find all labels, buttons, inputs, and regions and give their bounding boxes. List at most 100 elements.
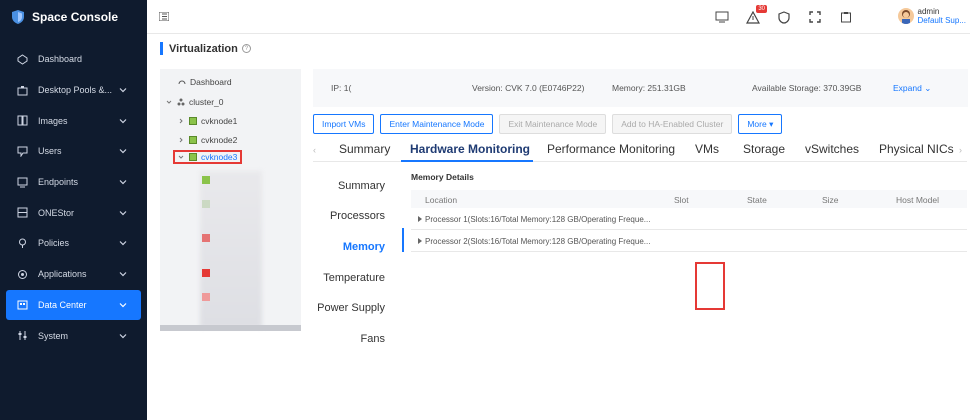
tab-vswitches[interactable]: vSwitches <box>805 142 859 156</box>
table-row[interactable]: Processor 2(Slots:16/Total Memory:128 GB… <box>411 230 967 252</box>
column-host-model: Host Model <box>896 195 939 205</box>
caret-right-icon[interactable] <box>418 216 422 222</box>
app-title: Space Console <box>32 10 119 24</box>
clipboard-icon[interactable] <box>837 8 855 26</box>
sidebar-item-applications[interactable]: Applications <box>0 259 147 290</box>
exit-maintenance-button[interactable]: Exit Maintenance Mode <box>499 114 607 134</box>
sidebar-item-system[interactable]: System <box>0 320 147 351</box>
sidebar-item-endpoints[interactable]: Endpoints <box>0 167 147 198</box>
add-ha-cluster-button[interactable]: Add to HA-Enabled Cluster <box>612 114 733 134</box>
task-list-icon[interactable] <box>713 8 731 26</box>
main-content: Virtualization ? Dashboard cluster_0 cvk… <box>147 34 970 420</box>
sidebar-item-policies[interactable]: Policies <box>0 228 147 259</box>
caret-right-icon <box>179 118 183 124</box>
tab-performance-monitoring[interactable]: Performance Monitoring <box>547 142 675 156</box>
data-center-icon <box>16 299 28 311</box>
expand-link[interactable]: Expand ⌄ <box>893 83 931 94</box>
policies-icon <box>16 237 28 249</box>
tab-vms[interactable]: VMs <box>695 142 719 156</box>
tree-item-cvknode3[interactable]: cvknode3 <box>173 150 243 164</box>
system-icon <box>16 330 28 342</box>
applications-icon <box>16 268 28 280</box>
host-icon <box>189 153 197 161</box>
chevron-down-icon <box>119 118 127 124</box>
sidebar-item-label: Endpoints <box>38 177 79 188</box>
chevron-down-icon <box>119 241 127 246</box>
shield-logo-icon <box>12 10 24 24</box>
sidebar-item-label: Dashboard <box>38 54 83 65</box>
row-location: Processor 1(Slots:16/Total Memory:128 GB… <box>425 215 651 224</box>
tab-scroll-right-icon[interactable]: › <box>959 145 965 155</box>
chevron-down-icon: ⌄ <box>924 82 932 93</box>
tree-item-cvknode2[interactable]: cvknode2 <box>178 133 237 147</box>
tree-item-cvknode1[interactable]: cvknode1 <box>178 114 237 128</box>
subnav-memory[interactable]: Memory <box>343 241 385 253</box>
chevron-down-icon <box>119 149 127 154</box>
host-memory: Memory: 251.31GB <box>612 83 686 93</box>
tree-label: Dashboard <box>190 77 232 87</box>
host-icon <box>189 117 197 125</box>
total-memory-highlight <box>695 262 725 310</box>
resource-tree: Dashboard cluster_0 cvknode1 cvknode2 cv… <box>160 69 301 331</box>
caret-right-icon <box>179 137 183 143</box>
chevron-down-icon <box>119 333 127 338</box>
sidebar-item-data-center[interactable]: Data Center <box>6 289 141 321</box>
sidebar-item-images[interactable]: Images <box>0 105 147 136</box>
sidebar-item-onestor[interactable]: ONEStor <box>0 197 147 228</box>
expand-label: Expand <box>893 82 922 93</box>
chevron-down-icon <box>119 302 127 308</box>
top-icons: 30 <box>700 5 855 26</box>
enter-maintenance-button[interactable]: Enter Maintenance Mode <box>380 114 494 134</box>
vm-icon <box>202 293 210 301</box>
alarm-icon[interactable]: 30 <box>744 5 767 26</box>
table-row[interactable]: Processor 1(Slots:16/Total Memory:128 GB… <box>411 208 967 230</box>
import-vms-button[interactable]: Import VMs <box>313 114 375 134</box>
host-icon <box>189 136 197 144</box>
page-title-text: Virtualization <box>169 42 238 55</box>
vm-icon <box>202 176 210 184</box>
more-button[interactable]: More ▾ <box>738 114 783 134</box>
fullscreen-icon[interactable] <box>806 8 824 26</box>
tree-item-cluster[interactable]: cluster_0 <box>166 95 224 109</box>
alarm-count-badge: 30 <box>756 5 767 13</box>
users-icon <box>16 145 28 157</box>
onestor-icon <box>16 207 28 219</box>
topbar: 30 admin Default Sup... <box>147 0 970 34</box>
tab-physical-nics[interactable]: Physical NICs <box>879 142 954 156</box>
page-title: Virtualization ? <box>160 42 251 55</box>
sidebar-item-label: Applications <box>38 269 87 280</box>
avatar <box>897 8 914 24</box>
tab-hardware-monitoring[interactable]: Hardware Monitoring <box>410 142 530 156</box>
sidebar-item-users[interactable]: Users <box>0 136 147 167</box>
menu-collapse-icon[interactable] <box>159 12 169 21</box>
vm-icon <box>202 269 210 277</box>
caret-right-icon[interactable] <box>418 238 422 244</box>
subnav-temperature[interactable]: Temperature <box>323 272 385 284</box>
subnav-power-supply[interactable]: Power Supply <box>317 302 385 314</box>
subnav-processors[interactable]: Processors <box>330 210 385 222</box>
vm-icon <box>202 234 210 242</box>
active-subnav-indicator <box>402 228 404 252</box>
tab-scroll-left-icon[interactable]: ‹ <box>313 145 319 155</box>
host-version: Version: CVK 7.0 (E0746P22) <box>472 83 585 93</box>
column-state: State <box>747 195 767 205</box>
subnav-summary[interactable]: Summary <box>338 180 385 192</box>
security-shield-icon[interactable] <box>775 8 793 26</box>
sidebar-item-label: Users <box>38 146 62 157</box>
tree-item-dashboard[interactable]: Dashboard <box>178 75 232 89</box>
tab-storage[interactable]: Storage <box>743 142 785 156</box>
row-location: Processor 2(Slots:16/Total Memory:128 GB… <box>425 237 651 246</box>
caret-down-icon: ▾ <box>769 118 774 129</box>
subnav-fans[interactable]: Fans <box>361 333 385 345</box>
help-icon[interactable]: ? <box>241 44 251 53</box>
tab-summary[interactable]: Summary <box>339 142 390 156</box>
tree-horizontal-scrollbar[interactable] <box>160 325 301 331</box>
tree-label: cvknode2 <box>201 135 238 145</box>
sidebar-item-desktop-pools[interactable]: Desktop Pools &... <box>0 75 147 106</box>
host-storage: Available Storage: 370.39GB <box>752 83 862 93</box>
user-name: admin <box>917 7 940 16</box>
user-menu[interactable]: admin Default Sup... <box>897 7 966 25</box>
sidebar-item-dashboard[interactable]: Dashboard <box>0 44 147 75</box>
active-tab-indicator <box>401 160 533 162</box>
chevron-down-icon <box>119 88 127 93</box>
